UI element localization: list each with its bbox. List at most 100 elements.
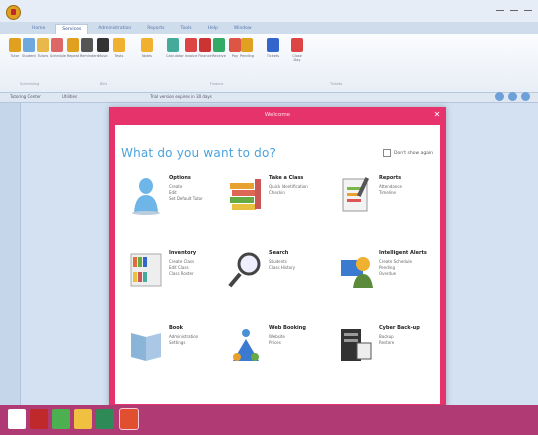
people-icon — [37, 38, 49, 52]
option-link[interactable]: Overdue — [379, 271, 396, 276]
ribbon-button-label: Tests — [114, 54, 124, 58]
ribbon-button-invoice[interactable]: Invoice — [184, 38, 198, 58]
ribbon-button-label: Schedule — [50, 54, 67, 58]
start-icon[interactable] — [8, 409, 26, 429]
option-web-booking[interactable]: Web Booking Website Prices — [227, 325, 327, 387]
tab-reports[interactable]: Reports — [141, 24, 170, 33]
option-title[interactable]: Options — [169, 175, 191, 181]
option-inventory[interactable]: Inventory Create Class Edit Class Class Ros… — [127, 250, 227, 312]
option-reports[interactable]: Reports Attendance Timeline — [337, 175, 437, 237]
ribbon-button-student[interactable]: Student — [22, 38, 36, 58]
minimize-icon[interactable] — [496, 4, 504, 11]
dont-show-checkbox[interactable]: Don't show again — [383, 149, 433, 157]
app-icon[interactable] — [30, 409, 48, 429]
magnifier-icon — [227, 250, 265, 290]
ribbon-button-schedule[interactable]: Schedule — [50, 38, 67, 58]
option-link[interactable]: Create Class — [169, 259, 194, 264]
refresh-icon[interactable] — [508, 92, 517, 101]
option-link[interactable]: Create — [169, 184, 182, 189]
tab-help[interactable]: Help — [202, 24, 224, 33]
app-menu-icon[interactable] — [6, 5, 21, 20]
ribbon-button-label: Tutors — [37, 54, 49, 58]
ribbon-button-receive[interactable]: Receive — [212, 38, 226, 58]
ribbon-button-music[interactable]: Music — [96, 38, 110, 58]
tab-services[interactable]: Services — [55, 24, 89, 34]
ribbon-button-notes[interactable]: Notes — [140, 38, 154, 58]
option-link[interactable]: Attendance — [379, 184, 402, 189]
option-link[interactable]: Class Roster — [169, 271, 194, 276]
option-link[interactable]: Backup — [379, 334, 394, 339]
tab-window[interactable]: Window — [228, 24, 258, 33]
chrome-icon[interactable] — [52, 409, 70, 429]
option-search[interactable]: Search Students Class History — [227, 250, 327, 312]
option-link[interactable]: Quick Identification — [269, 184, 308, 189]
folder-icon[interactable] — [74, 409, 92, 429]
close-window-icon[interactable] — [524, 4, 532, 11]
ribbon-button-tickets[interactable]: Tickets — [266, 38, 280, 58]
tab-tools[interactable]: Tools — [174, 24, 197, 33]
option-link[interactable]: Administration — [169, 334, 198, 339]
ribbon-button-tutors[interactable]: Tutors — [36, 38, 50, 58]
option-title[interactable]: Reports — [379, 175, 401, 181]
ribbon-button-repeat[interactable]: Repeat — [66, 38, 80, 58]
ticket-icon — [267, 38, 279, 52]
ribbon-tabs: Home Services Administration Reports Tools He… — [26, 24, 258, 34]
option-link[interactable]: Class History — [269, 265, 295, 270]
folder-icon — [141, 38, 153, 52]
option-title[interactable]: Intelligent Alerts — [379, 250, 427, 256]
option-take-a-class[interactable]: Take a Class Quick Identification Checkin — [227, 175, 327, 237]
ribbon-button-tests[interactable]: Tests — [112, 38, 126, 58]
nav-buttons — [495, 92, 530, 101]
calc-icon — [167, 38, 179, 52]
ribbon-group-label: Scheduling — [20, 82, 40, 86]
option-title[interactable]: Cyber Back-up — [379, 325, 420, 331]
option-link[interactable]: Students — [269, 259, 287, 264]
option-title[interactable]: Book — [169, 325, 183, 331]
checkbox-icon[interactable] — [383, 149, 391, 157]
app-active-icon[interactable] — [119, 408, 139, 430]
option-link[interactable]: Timeline — [379, 190, 396, 195]
server-icon — [337, 325, 375, 365]
option-link[interactable]: Settings — [169, 340, 185, 345]
calendar-icon — [51, 38, 63, 52]
option-link[interactable]: Set Default Tutor — [169, 196, 203, 201]
back-icon[interactable] — [495, 92, 504, 101]
ribbon-button-label: Receive — [212, 54, 226, 58]
option-link[interactable]: Restore — [379, 340, 394, 345]
ribbon-button-finance[interactable]: Finance — [198, 38, 212, 58]
option-link[interactable]: Checkin — [269, 190, 285, 195]
close-icon — [291, 38, 303, 52]
option-cyber-back-up[interactable]: Cyber Back-up Backup Restore — [337, 325, 437, 387]
option-link[interactable]: Edit — [169, 190, 177, 195]
tab-home[interactable]: Home — [26, 24, 51, 33]
bell-icon — [81, 38, 93, 52]
note-icon — [97, 38, 109, 52]
ribbon-button-calculator[interactable]: Calculator — [166, 38, 184, 58]
forward-icon[interactable] — [521, 92, 530, 101]
dialog-body: What do you want to do? Don't show again… — [115, 125, 440, 404]
maximize-icon[interactable] — [510, 4, 518, 11]
person-icon — [9, 38, 21, 52]
option-title[interactable]: Take a Class — [269, 175, 303, 181]
option-options[interactable]: Options Create Edit Set Default Tutor — [127, 175, 227, 237]
option-title[interactable]: Inventory — [169, 250, 196, 256]
option-link[interactable]: Pending — [379, 265, 395, 270]
option-link[interactable]: Create Schedule — [379, 259, 412, 264]
clock-icon — [241, 38, 253, 52]
tab-administration[interactable]: Administration — [92, 24, 137, 33]
option-link[interactable]: Website — [269, 334, 285, 339]
ribbon-button-pending[interactable]: Pending — [240, 38, 254, 58]
option-title[interactable]: Web Booking — [269, 325, 306, 331]
window-controls — [496, 4, 532, 11]
option-link[interactable]: Edit Class — [169, 265, 189, 270]
option-link[interactable]: Prices — [269, 340, 281, 345]
option-book[interactable]: Book Administration Settings — [127, 325, 227, 387]
browser-icon[interactable] — [96, 409, 114, 429]
ribbon-button-tutor[interactable]: Tutor — [8, 38, 22, 58]
close-icon[interactable]: ✕ — [432, 110, 442, 120]
option-title[interactable]: Search — [269, 250, 288, 256]
ribbon-button-reminders[interactable]: Reminders — [80, 38, 99, 58]
ribbon-button-label: Notes — [141, 54, 153, 58]
ribbon-button-close-day[interactable]: Close Day — [290, 38, 304, 62]
option-intelligent-alerts[interactable]: Intelligent Alerts Create Schedule Pending… — [337, 250, 437, 312]
